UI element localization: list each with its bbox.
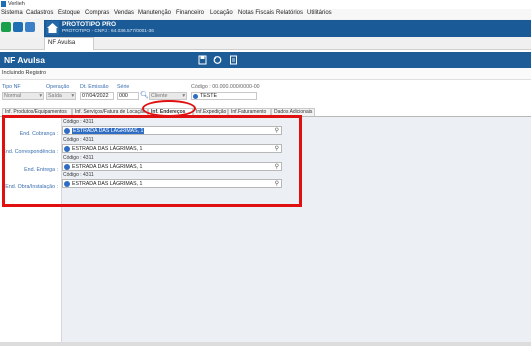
menu-financeiro[interactable]: Financeiro — [176, 10, 204, 16]
menu-bar: Sistema Cadastros Estoque Compras Vendas… — [0, 9, 531, 19]
form-title: NF Avulsa — [4, 55, 45, 65]
tipo-nf-select[interactable]: Normal ▾ — [2, 92, 44, 100]
menu-sistema[interactable]: Sistema — [1, 10, 23, 16]
tipo-nf-label: Tipo NF — [2, 84, 21, 90]
dt-emissao-label: Dt. Emissão — [80, 84, 109, 90]
company-cnpj: PROTOTIPO - CNPJ : 64.036.577/0001-36 — [62, 29, 154, 34]
codigo-value: TESTE — [200, 93, 218, 99]
calendar-icon[interactable] — [25, 22, 35, 32]
highlight-circle — [142, 100, 196, 117]
menu-utilitarios[interactable]: Utilitários — [307, 10, 332, 16]
operacao-label: Operação — [46, 84, 70, 90]
tab-nf-avulsa-label: NF Avulsa — [48, 40, 76, 46]
codigo-label: Código : 00.000.000/0000-00 — [191, 84, 260, 90]
dt-emissao-value: 07/04/2022 — [82, 93, 109, 99]
chat-icon[interactable] — [13, 22, 23, 32]
menu-relatorios[interactable]: Relatórios — [276, 10, 303, 16]
title-bar: Verlieh — [0, 0, 531, 9]
tab-nf-avulsa[interactable]: NF Avulsa — [44, 37, 94, 50]
chevron-down-icon: ▾ — [182, 93, 185, 99]
menu-manutencao[interactable]: Manutenção — [138, 10, 171, 16]
company-name: PROTOTIPO PRO — [62, 21, 117, 28]
app-icon — [1, 1, 6, 7]
menu-locacao[interactable]: Locação — [210, 10, 233, 16]
menu-cadastros[interactable]: Cadastros — [26, 10, 53, 16]
chevron-down-icon: ▾ — [71, 93, 74, 99]
search-icon[interactable]: 🔍︎ — [140, 91, 149, 99]
home-icon[interactable] — [46, 21, 59, 35]
form-header: NF Avulsa — [0, 52, 531, 68]
menu-vendas[interactable]: Vendas — [114, 10, 134, 16]
save-icon[interactable] — [198, 55, 207, 65]
dt-emissao-input[interactable]: 07/04/2022 — [80, 92, 114, 100]
cliente-placeholder: Cliente — [151, 93, 168, 99]
bottom-scrollbar[interactable] — [0, 342, 531, 346]
location-pin-icon — [193, 94, 198, 99]
whatsapp-icon[interactable] — [1, 22, 11, 32]
record-status: Incluindo Registro — [2, 70, 47, 76]
operacao-select[interactable]: Saída ▾ — [46, 92, 76, 100]
operacao-value: Saída — [48, 93, 62, 99]
menu-estoque[interactable]: Estoque — [58, 10, 80, 16]
codigo-input[interactable]: TESTE — [191, 92, 257, 100]
print-icon[interactable] — [229, 55, 238, 65]
serie-value: 000 — [119, 93, 128, 99]
status-strip: Incluindo Registro — [0, 68, 531, 80]
serie-input[interactable]: 000 — [117, 92, 139, 100]
window-title: Verlieh — [8, 1, 25, 7]
menu-compras[interactable]: Compras — [85, 10, 109, 16]
chevron-down-icon: ▾ — [39, 93, 42, 99]
highlight-rectangle — [2, 115, 302, 207]
undo-icon[interactable] — [213, 55, 222, 65]
menu-notas-fiscais[interactable]: Notas Fiscais — [238, 10, 274, 16]
cliente-input[interactable]: Cliente ▾ — [149, 92, 187, 100]
serie-label: Série — [117, 84, 130, 90]
tipo-nf-value: Normal — [4, 93, 22, 99]
